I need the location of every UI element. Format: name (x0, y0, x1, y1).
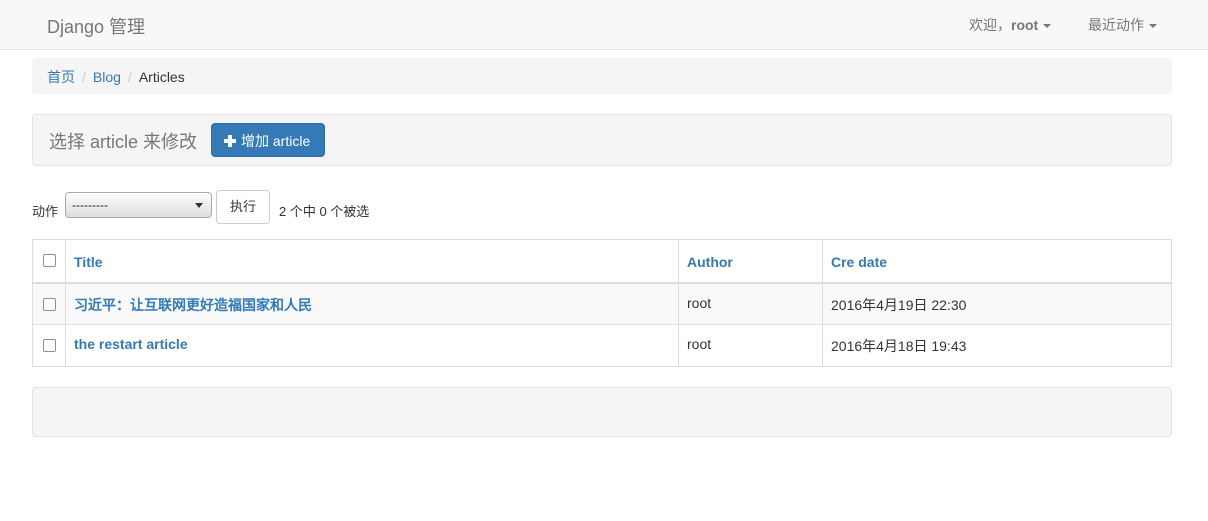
dropdown-arrow-icon (195, 203, 203, 208)
add-article-label: 增加 article (241, 133, 311, 149)
row-select-cell (32, 324, 66, 367)
row-checkbox[interactable] (42, 339, 56, 352)
sort-cre-date-link[interactable]: Cre date (831, 254, 887, 270)
article-title-link[interactable]: the restart article (74, 336, 188, 352)
sort-author-link[interactable]: Author (687, 254, 733, 270)
article-title-link[interactable]: 习近平：让互联网更好造福国家和人民 (74, 297, 312, 313)
title-cell: the restart article (65, 324, 679, 367)
breadcrumb-home-link[interactable]: 首页 (47, 69, 75, 85)
breadcrumb-current: Articles (138, 69, 185, 85)
actions-label: 动作 (32, 204, 59, 219)
recent-actions-label: 最近动作 (1088, 17, 1144, 33)
top-navbar: Django 管理 欢迎，root 最近动作 (0, 0, 1208, 50)
results-table: Title Author Cre date 习近平：让互联网更好造福国家和人民 … (32, 239, 1172, 367)
breadcrumb-separator: / (127, 69, 132, 85)
row-checkbox[interactable] (42, 297, 56, 311)
add-article-button[interactable]: 增加 article (211, 123, 325, 157)
welcome-text: 欢迎， (969, 17, 1011, 33)
select-all-cell (32, 239, 66, 284)
caret-down-icon (1043, 24, 1052, 29)
title-cell: 习近平：让互联网更好造福国家和人民 (65, 282, 679, 325)
recent-actions-menu[interactable]: 最近动作 (1088, 15, 1157, 35)
author-cell: root (678, 324, 823, 367)
breadcrumb-blog-link[interactable]: Blog (93, 69, 121, 85)
column-title: Title (65, 239, 679, 284)
paginator-well (32, 387, 1172, 437)
table-header-row: Title Author Cre date (32, 239, 1172, 284)
breadcrumb-separator: / (82, 69, 86, 85)
cre-date-cell: 2016年4月18日 19:43 (822, 324, 1172, 367)
row-select-cell (32, 282, 66, 325)
action-select-value: --------- (72, 198, 108, 212)
page-title: 选择 article 来修改 (49, 132, 198, 152)
run-action-button[interactable]: 执行 (216, 190, 270, 224)
sort-title-link[interactable]: Title (74, 254, 103, 270)
column-cre-date: Cre date (822, 239, 1172, 284)
changelist-header: 选择 article 来修改 增加 article (32, 114, 1172, 166)
user-menu[interactable]: 欢迎，root (969, 15, 1052, 35)
select-all-checkbox[interactable] (42, 254, 56, 267)
plus-icon (224, 135, 236, 147)
table-row: 习近平：让互联网更好造福国家和人民 root 2016年4月19日 22:30 (32, 282, 1172, 325)
site-brand[interactable]: Django 管理 (47, 13, 145, 39)
username: root (1011, 17, 1039, 33)
author-cell: root (678, 282, 823, 325)
selection-counter: 2 个中 0 个被选 (279, 204, 370, 219)
cre-date-cell: 2016年4月19日 22:30 (822, 282, 1172, 325)
caret-down-icon (1149, 24, 1157, 29)
actions-bar: 动作 --------- 执行 2 个中 0 个被选 (32, 190, 632, 224)
breadcrumb: 首页 / Blog / Articles (32, 58, 1172, 94)
table-row: the restart article root 2016年4月18日 19:4… (32, 324, 1172, 367)
column-author: Author (678, 239, 823, 284)
action-select[interactable]: --------- (65, 192, 212, 218)
